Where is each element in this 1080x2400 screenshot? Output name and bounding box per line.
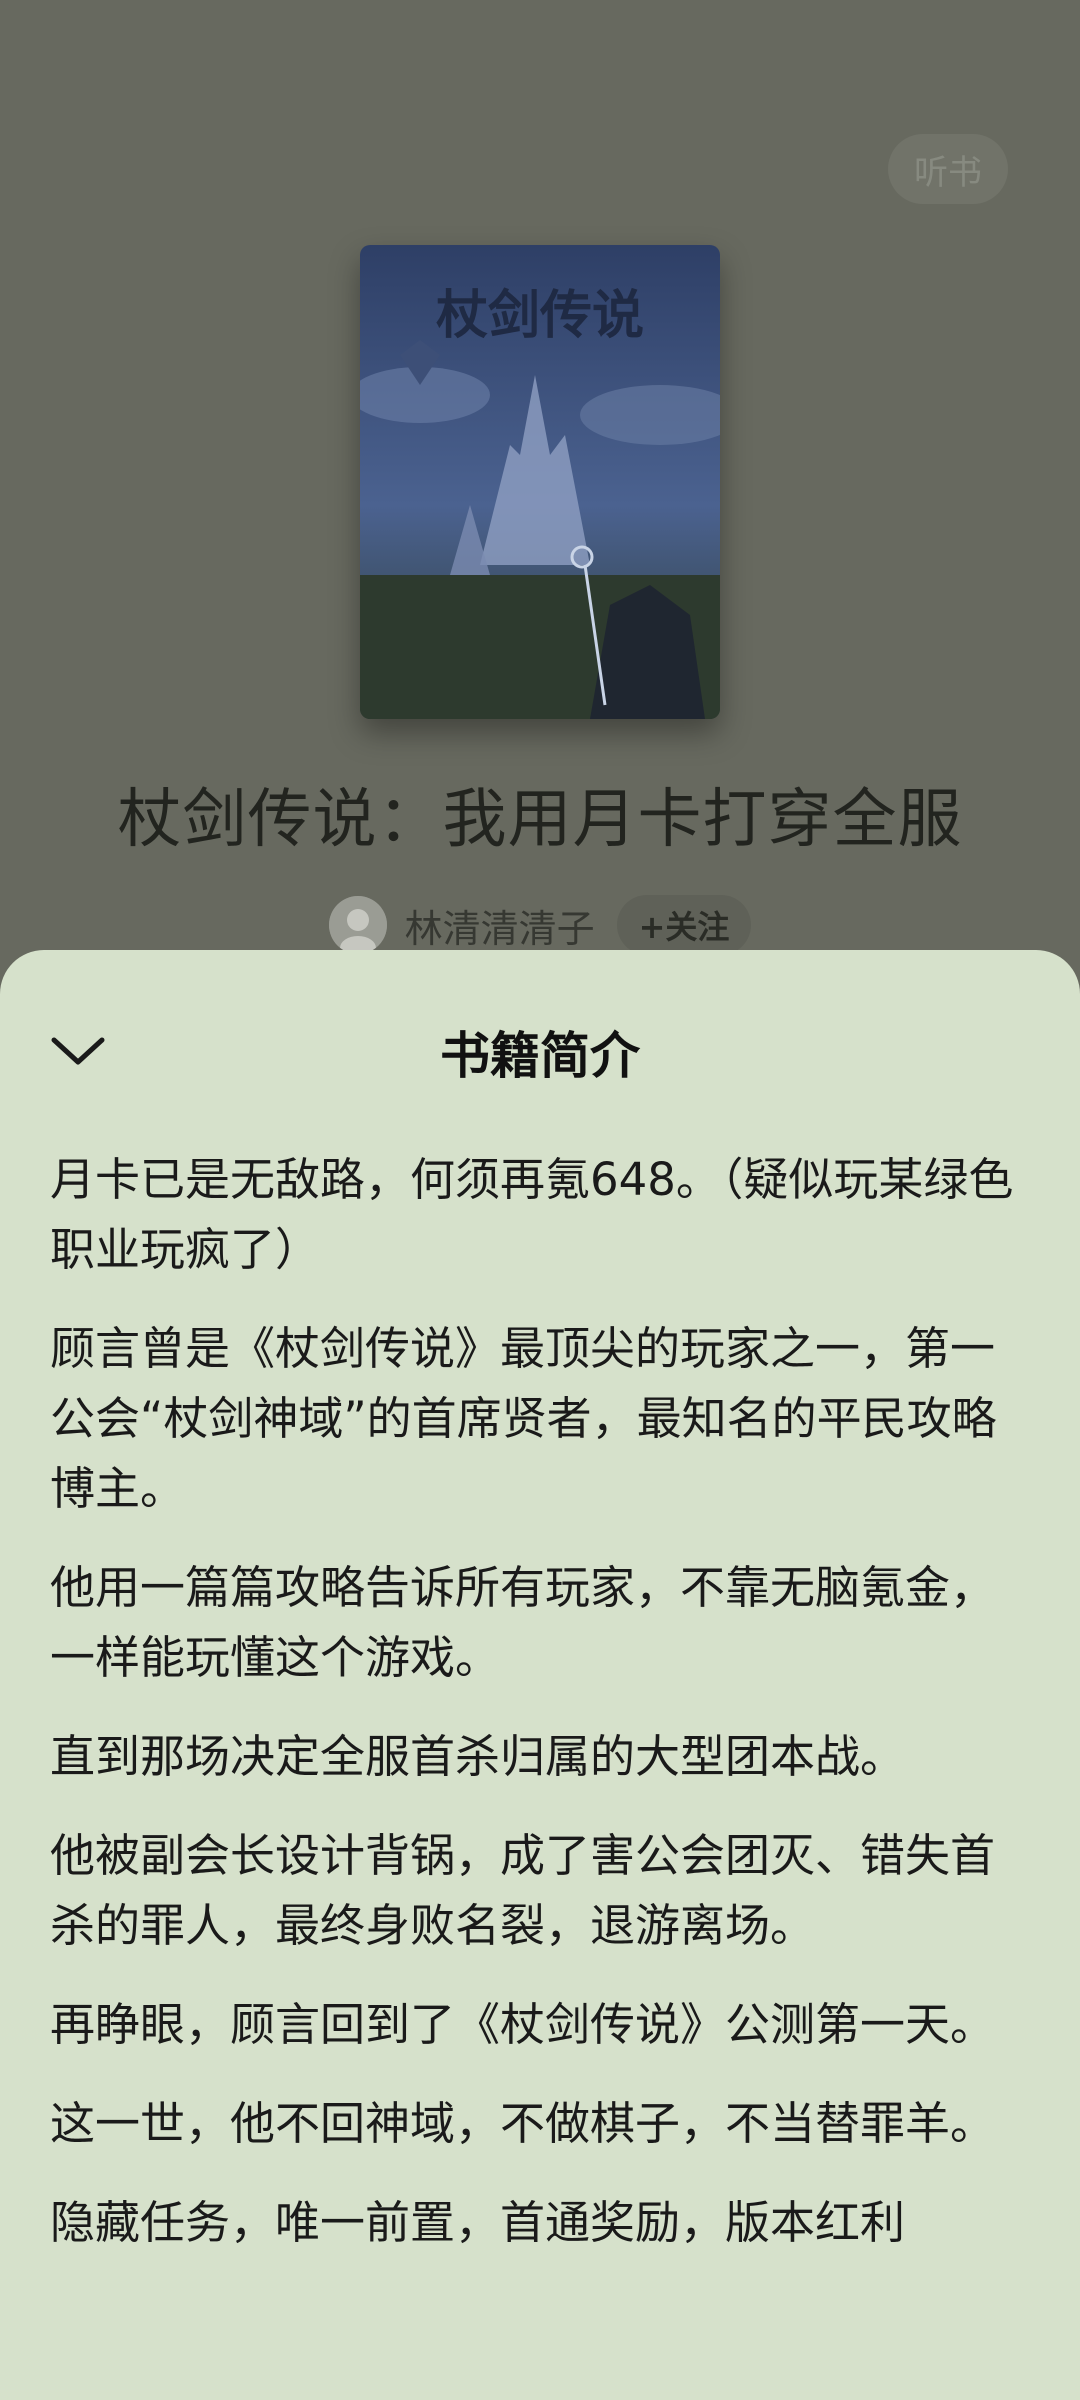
- intro-paragraph: 隐藏任务，唯一前置，首通奖励，版本红利: [50, 2196, 906, 2249]
- author-name[interactable]: 林清清清子: [405, 898, 595, 953]
- intro-sheet: 书籍简介 月卡已是无敌路，何须再氪648。（疑似玩某绿色职业玩疯了） 顾言曾是《…: [0, 950, 1080, 2400]
- intro-paragraph: 再睁眼，顾言回到了《杖剑传说》公测第一天。: [50, 1998, 996, 2051]
- intro-paragraph: 月卡已是无敌路，何须再氪648。（疑似玩某绿色职业玩疯了）: [50, 1153, 1014, 1276]
- intro-paragraph: 他用一篇篇攻略告诉所有玩家，不靠无脑氪金，一样能玩懂这个游戏。: [50, 1561, 996, 1684]
- book-cover[interactable]: 杖剑传说: [360, 245, 720, 719]
- sheet-title: 书籍简介: [440, 1027, 640, 1085]
- follow-button[interactable]: +关注: [616, 895, 752, 955]
- author-avatar[interactable]: [328, 896, 387, 954]
- listen-book-button[interactable]: 听书: [888, 134, 1008, 204]
- book-title: 杖剑传说：我用月卡打穿全服: [117, 783, 963, 857]
- intro-paragraph: 顾言曾是《杖剑传说》最顶尖的玩家之一，第一公会“杖剑神域”的首席贤者，最知名的平…: [50, 1322, 997, 1515]
- intro-paragraph: 直到那场决定全服首杀归属的大型团本战。: [50, 1730, 906, 1783]
- intro-text: 月卡已是无敌路，何须再氪648。（疑似玩某绿色职业玩疯了） 顾言曾是《杖剑传说》…: [50, 1145, 1030, 2287]
- intro-paragraph: 他被副会长设计背锅，成了害公会团灭、错失首杀的罪人，最终身败名裂，退游离场。: [50, 1829, 996, 1952]
- intro-paragraph: 这一世，他不回神域，不做棋子，不当替罪羊。: [50, 2097, 996, 2150]
- cover-title-text: 杖剑传说: [436, 285, 644, 346]
